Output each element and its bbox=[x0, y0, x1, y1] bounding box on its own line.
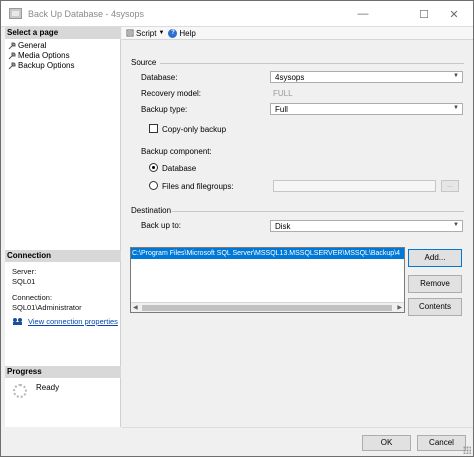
progress-spinner-icon bbox=[13, 384, 27, 398]
help-label: Help bbox=[179, 28, 196, 38]
page-item-label: Media Options bbox=[18, 51, 70, 60]
recovery-model-label: Recovery model: bbox=[141, 89, 202, 98]
contents-button[interactable]: Contents bbox=[408, 298, 462, 316]
connection-value: SQL01\Administrator bbox=[12, 303, 82, 312]
backup-type-select[interactable]: Full ▼ bbox=[270, 103, 463, 115]
back-up-to-label: Back up to: bbox=[141, 221, 182, 230]
help-button[interactable]: ? Help bbox=[168, 28, 196, 38]
back-up-to-select[interactable]: Disk ▼ bbox=[270, 220, 463, 232]
database-value: 4sysops bbox=[275, 73, 305, 82]
view-connection-properties-label: View connection properties bbox=[28, 317, 118, 326]
page-item-media-options[interactable]: Media Options bbox=[8, 51, 70, 60]
connection-properties-icon bbox=[13, 318, 22, 325]
horizontal-scrollbar[interactable]: ◀ ▶ bbox=[131, 302, 404, 312]
general-page: Source Database: 4sysops ▼ Recovery mode… bbox=[122, 41, 473, 427]
window-title: Back Up Database - 4sysops bbox=[28, 9, 145, 19]
close-button[interactable]: ✕ bbox=[435, 1, 473, 27]
wrench-icon bbox=[8, 52, 16, 59]
page-item-label: General bbox=[18, 41, 47, 50]
destination-heading: Destination bbox=[131, 206, 172, 215]
component-database-radio[interactable] bbox=[149, 163, 158, 172]
script-icon bbox=[126, 29, 134, 37]
progress-heading: Progress bbox=[5, 366, 121, 378]
script-button[interactable]: Script ▼ bbox=[126, 29, 164, 38]
resize-grip-icon[interactable] bbox=[463, 446, 471, 454]
view-connection-properties-link[interactable]: View connection properties bbox=[12, 317, 118, 326]
help-icon: ? bbox=[168, 28, 178, 38]
title-bar: Back Up Database - 4sysops — ☐ ✕ bbox=[1, 1, 473, 27]
page-item-backup-options[interactable]: Backup Options bbox=[8, 61, 74, 70]
connection-heading: Connection bbox=[5, 250, 121, 262]
recovery-model-value: FULL bbox=[273, 89, 293, 98]
add-button[interactable]: Add... bbox=[408, 249, 462, 267]
chevron-down-icon: ▼ bbox=[453, 222, 459, 228]
destination-divider bbox=[172, 211, 464, 212]
scroll-right-icon[interactable]: ▶ bbox=[397, 303, 402, 312]
filegroups-field bbox=[273, 180, 436, 192]
back-up-to-value: Disk bbox=[275, 222, 291, 231]
left-pane: Select a page General Media Options Back… bbox=[5, 27, 121, 427]
wrench-icon bbox=[8, 62, 16, 69]
app-icon bbox=[9, 8, 22, 19]
list-item[interactable]: C:\Program Files\Microsoft SQL Server\MS… bbox=[131, 248, 404, 259]
ok-button[interactable]: OK bbox=[362, 435, 411, 451]
toolbar: Script ▼ ? Help bbox=[122, 27, 473, 40]
cancel-button[interactable]: Cancel bbox=[417, 435, 466, 451]
minimize-button[interactable]: — bbox=[344, 1, 382, 27]
footer-bar: OK Cancel bbox=[122, 427, 473, 456]
chevron-down-icon: ▼ bbox=[453, 105, 459, 111]
component-files-radio[interactable] bbox=[149, 181, 158, 190]
connection-label: Connection: bbox=[12, 293, 53, 302]
remove-button[interactable]: Remove bbox=[408, 275, 462, 293]
database-label: Database: bbox=[141, 73, 178, 82]
page-item-label: Backup Options bbox=[18, 61, 75, 70]
source-divider bbox=[160, 63, 464, 64]
component-database-label: Database bbox=[162, 164, 197, 173]
server-value: SQL01 bbox=[12, 277, 36, 286]
script-label: Script bbox=[136, 28, 157, 38]
copy-only-checkbox[interactable] bbox=[149, 124, 158, 133]
copy-only-label: Copy-only backup bbox=[162, 125, 227, 134]
backup-component-label: Backup component: bbox=[141, 147, 212, 156]
server-label: Server: bbox=[12, 267, 37, 276]
backup-database-dialog: Back Up Database - 4sysops — ☐ ✕ Select … bbox=[0, 0, 474, 457]
scrollbar-thumb[interactable] bbox=[142, 305, 392, 311]
chevron-down-icon[interactable]: ▼ bbox=[158, 30, 164, 36]
database-select[interactable]: 4sysops ▼ bbox=[270, 71, 463, 83]
backup-type-label: Backup type: bbox=[141, 105, 188, 114]
chevron-down-icon: ▼ bbox=[453, 73, 459, 79]
component-files-label: Files and filegroups: bbox=[162, 182, 234, 191]
destination-list[interactable]: C:\Program Files\Microsoft SQL Server\MS… bbox=[130, 247, 405, 313]
source-heading: Source bbox=[131, 58, 157, 67]
left-footer bbox=[5, 427, 122, 456]
progress-status: Ready bbox=[36, 383, 60, 392]
scroll-left-icon[interactable]: ◀ bbox=[133, 303, 138, 312]
select-page-heading: Select a page bbox=[5, 27, 121, 39]
backup-type-value: Full bbox=[275, 105, 288, 114]
page-item-general[interactable]: General bbox=[8, 41, 46, 50]
filegroups-browse-button: ... bbox=[441, 180, 459, 192]
wrench-icon bbox=[8, 42, 16, 49]
